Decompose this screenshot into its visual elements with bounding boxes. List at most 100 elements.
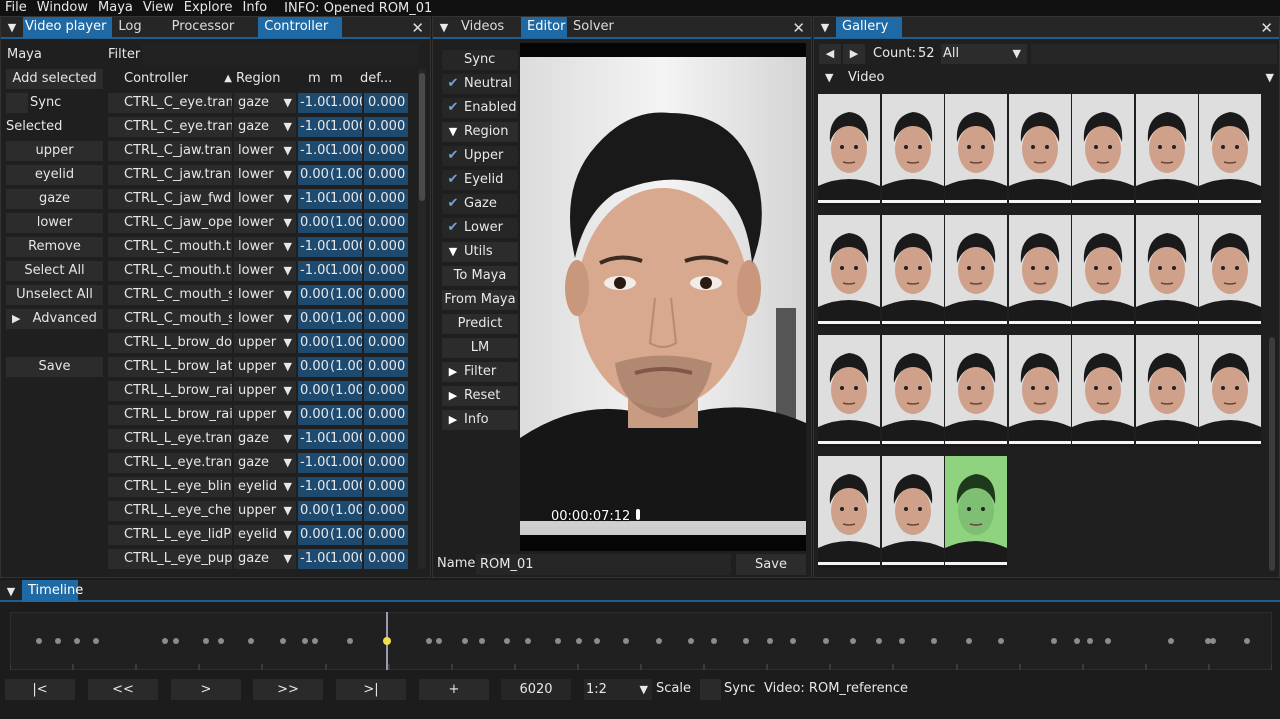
max-field[interactable]: (1.000 <box>330 165 362 185</box>
sync-checkbox[interactable] <box>6 93 28 113</box>
region-select[interactable]: lower ▼ <box>234 141 296 161</box>
gallery-thumbnail[interactable] <box>1072 335 1134 447</box>
controller-name[interactable]: CTRL_C_eye.translate <box>108 93 232 113</box>
controller-name[interactable]: CTRL_L_eye.translate <box>108 429 232 449</box>
default-field[interactable]: 0.000 <box>364 405 408 425</box>
tab-log[interactable]: Log <box>112 17 147 38</box>
frame-input[interactable]: 6020 <box>501 679 571 700</box>
gaze-button[interactable]: gaze <box>6 189 103 209</box>
tab-timeline[interactable]: Timeline <box>22 580 83 602</box>
default-field[interactable]: 0.000 <box>364 93 408 113</box>
gallery-thumbnail[interactable] <box>881 335 944 447</box>
gallery-thumbnail[interactable] <box>1135 335 1198 447</box>
keyframe-marker[interactable] <box>525 638 531 644</box>
prev-page-icon[interactable]: ◀ <box>819 44 841 64</box>
default-field[interactable]: 0.000 <box>364 237 408 257</box>
min-field[interactable]: 0.000 <box>298 285 330 305</box>
tab-videos[interactable]: Videos <box>455 17 521 38</box>
default-field[interactable]: 0.000 <box>364 285 408 305</box>
region-select[interactable]: lower ▼ <box>234 309 296 329</box>
region-select[interactable]: gaze ▼ <box>234 453 296 473</box>
region-select[interactable]: eyelid ▼ <box>234 525 296 545</box>
keyframe-marker[interactable] <box>790 638 796 644</box>
max-field[interactable]: 1.000 <box>330 189 362 209</box>
gallery-search[interactable] <box>1031 44 1277 64</box>
keyframe-marker[interactable] <box>966 638 972 644</box>
region-select[interactable]: lower ▼ <box>234 189 296 209</box>
next-page-icon[interactable]: ▶ <box>843 44 865 64</box>
min-field[interactable]: 0.000 <box>298 501 330 521</box>
menu-window[interactable]: Window <box>32 0 93 16</box>
editor-save-button[interactable]: Save <box>736 554 806 575</box>
controller-name[interactable]: CTRL_L_eye_pupil.tra <box>108 549 232 569</box>
keyframe-marker[interactable] <box>555 638 561 644</box>
keyframe-marker[interactable] <box>1051 638 1057 644</box>
controller-name[interactable]: CTRL_L_eye_cheekRa <box>108 501 232 521</box>
controller-name[interactable]: CTRL_L_brow_lateral <box>108 357 232 377</box>
filter-select[interactable]: All ▼ <box>941 44 1027 64</box>
tab-processor[interactable]: Processor <box>166 17 241 38</box>
keyframe-marker[interactable] <box>162 638 168 644</box>
keyframe-marker[interactable] <box>998 638 1004 644</box>
controller-name[interactable]: CTRL_C_mouth_sticky <box>108 285 232 305</box>
unselect-all-button[interactable]: Unselect All <box>6 285 103 305</box>
keyframe-marker[interactable] <box>823 638 829 644</box>
gallery-thumbnail[interactable] <box>945 335 1007 447</box>
gallery-thumbnail[interactable] <box>818 94 880 206</box>
keyframe-marker[interactable] <box>876 638 882 644</box>
sync-checkbox[interactable]: Sync <box>442 50 518 70</box>
keyframe-marker[interactable] <box>1087 638 1093 644</box>
min-field[interactable]: 0.000 <box>298 309 330 329</box>
gallery-thumbnail[interactable] <box>1008 94 1071 206</box>
gallery-thumbnail[interactable] <box>818 215 880 327</box>
enabled-checkbox[interactable]: ✔ Enabled <box>442 98 518 118</box>
keyframe-marker[interactable] <box>767 638 773 644</box>
timeline-track[interactable] <box>10 612 1272 670</box>
current-keyframe-marker[interactable] <box>383 637 391 645</box>
max-field[interactable]: (1.000 <box>330 213 362 233</box>
gallery-thumbnail[interactable] <box>1199 215 1261 327</box>
predict-button[interactable]: Predict <box>442 314 518 334</box>
column-max[interactable]: m <box>328 69 358 89</box>
video-section-header[interactable]: ▼ Video ▼ <box>819 68 1277 88</box>
add-key-button[interactable]: + <box>419 679 489 700</box>
close-icon[interactable]: ✕ <box>411 19 424 37</box>
lower-button[interactable]: lower <box>6 213 103 233</box>
to-maya-button[interactable]: To Maya <box>442 266 518 286</box>
gallery-thumbnail[interactable] <box>1135 94 1198 206</box>
min-field[interactable]: 0.000 <box>298 333 330 353</box>
keyframe-marker[interactable] <box>248 638 254 644</box>
table-row[interactable]: CTRL_C_jaw.translate lower ▼ 0.000(1.0000.0… <box>108 165 408 185</box>
table-row[interactable]: CTRL_C_jaw.translate lower ▼ -1.0011.0000.0… <box>108 141 408 161</box>
gallery-thumbnail[interactable] <box>945 94 1007 206</box>
table-row[interactable]: CTRL_L_eye.translate gaze ▼ -1.0011.0000.00… <box>108 453 408 473</box>
upper-checkbox[interactable]: ✔ Upper <box>442 146 518 166</box>
region-select[interactable]: lower ▼ <box>234 261 296 281</box>
min-field[interactable]: 0.000 <box>298 525 330 545</box>
rate-select[interactable]: 1:2 ▼ <box>584 679 652 700</box>
table-row[interactable]: CTRL_L_eye.translate gaze ▼ -1.0011.0000.00… <box>108 429 408 449</box>
max-field[interactable]: 1.000 <box>330 261 362 281</box>
min-field[interactable]: -1.001 <box>298 141 330 161</box>
min-field[interactable]: -1.001 <box>298 237 330 257</box>
default-field[interactable]: 0.000 <box>364 189 408 209</box>
table-row[interactable]: CTRL_L_eye_pupil.tra gaze ▼ -1.0011.0000.00… <box>108 549 408 569</box>
keyframe-marker[interactable] <box>312 638 318 644</box>
gallery-thumbnail[interactable] <box>1008 335 1071 447</box>
gallery-scrollbar[interactable] <box>1269 337 1275 571</box>
max-field[interactable]: 1.000 <box>330 477 362 497</box>
default-field[interactable]: 0.000 <box>364 453 408 473</box>
tab-controller[interactable]: Controller <box>258 17 343 38</box>
max-field[interactable]: (1.000 <box>330 405 362 425</box>
prev-key-button[interactable]: << <box>88 679 158 700</box>
menu-info[interactable]: Info <box>238 0 273 16</box>
keyframe-marker[interactable] <box>743 638 749 644</box>
table-row[interactable]: CTRL_L_brow_raiseO upper ▼ 0.000(1.0000.000 <box>108 405 408 425</box>
max-field[interactable]: (1.000 <box>330 381 362 401</box>
controller-name[interactable]: CTRL_L_brow_raiseO <box>108 405 232 425</box>
keyframe-marker[interactable] <box>479 638 485 644</box>
eyelid-checkbox[interactable]: ✔ Eyelid <box>442 170 518 190</box>
collapse-icon[interactable]: ▼ <box>433 17 455 38</box>
table-row[interactable]: CTRL_L_brow_lateral upper ▼ 0.000(1.0000.00… <box>108 357 408 377</box>
region-select[interactable]: gaze ▼ <box>234 429 296 449</box>
